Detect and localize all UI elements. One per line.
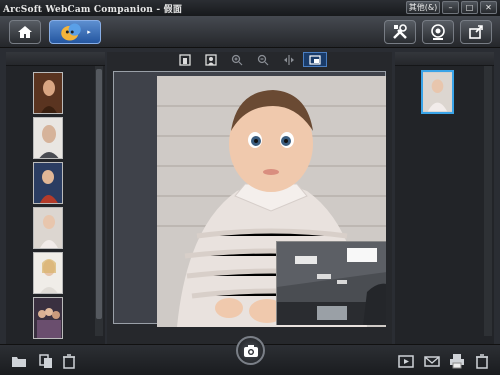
- title-bar: ArcSoft WebCam Companion - 假面 其他(&) – □ …: [0, 0, 500, 16]
- thumbnail-scrollbar[interactable]: [95, 66, 103, 336]
- thumb-baby[interactable]: [33, 207, 63, 249]
- thumb-child-red[interactable]: [33, 162, 63, 204]
- mirror-button[interactable]: [277, 52, 301, 67]
- tools-button[interactable]: [384, 20, 416, 44]
- camera-icon: [243, 344, 258, 357]
- minimize-button[interactable]: –: [442, 1, 459, 14]
- editor-panel: [107, 52, 392, 344]
- zoom-out-button[interactable]: [251, 52, 275, 67]
- window-title: ArcSoft WebCam Companion - 假面: [3, 4, 183, 15]
- copy-icon[interactable]: [38, 353, 54, 369]
- maximize-button[interactable]: □: [461, 1, 478, 14]
- print-icon[interactable]: [449, 353, 465, 369]
- thumb-blonde-woman[interactable]: [33, 252, 63, 294]
- main-toolbar: ▸: [0, 16, 500, 48]
- thumb-man[interactable]: [33, 117, 63, 159]
- mirror-icon: [283, 54, 294, 65]
- scrollbar-thumb[interactable]: [96, 69, 102, 319]
- mask-mode-icon: [61, 23, 82, 41]
- webcam-pip-overlay[interactable]: [276, 241, 386, 325]
- chevron-right-icon: ▸: [87, 28, 91, 36]
- selected-scrollbar[interactable]: [484, 66, 492, 336]
- photo-canvas[interactable]: [113, 71, 386, 327]
- zoom-out-icon: [257, 54, 268, 65]
- home-button[interactable]: [9, 20, 41, 44]
- face-icon: [204, 53, 217, 66]
- tools-icon: [393, 24, 407, 39]
- zoom-in-icon: [231, 54, 242, 65]
- window-controls: 其他(&) – □ ✕: [406, 1, 497, 14]
- photo-toolbar: [107, 52, 392, 68]
- other-menu-button[interactable]: 其他(&): [406, 1, 440, 14]
- frame-button[interactable]: [173, 52, 197, 67]
- webcam-button[interactable]: [422, 20, 454, 44]
- selected-panel-header: [395, 52, 494, 66]
- webcam-icon: [431, 24, 445, 40]
- mask-mode-button[interactable]: ▸: [49, 20, 101, 44]
- folder-icon[interactable]: [11, 353, 27, 369]
- email-icon[interactable]: [424, 353, 440, 369]
- selected-panel: [395, 52, 494, 344]
- thumb-group[interactable]: [33, 297, 63, 339]
- delete-icon[interactable]: [474, 353, 490, 369]
- webcam-feed-image: [277, 242, 386, 325]
- capture-button[interactable]: [236, 336, 265, 365]
- zoom-in-button[interactable]: [225, 52, 249, 67]
- slideshow-icon[interactable]: [398, 353, 414, 369]
- close-button[interactable]: ✕: [480, 1, 497, 14]
- export-icon: [469, 25, 483, 39]
- home-icon: [18, 26, 32, 38]
- face-button[interactable]: [199, 52, 223, 67]
- export-button[interactable]: [460, 20, 492, 44]
- thumb-portrait-woman[interactable]: [33, 72, 63, 114]
- app-window: ArcSoft WebCam Companion - 假面 其他(&) – □ …: [0, 0, 500, 375]
- frame-icon: [178, 53, 191, 66]
- pip-icon: [308, 54, 321, 65]
- trash-icon[interactable]: [61, 353, 77, 369]
- thumbnail-panel-header: [6, 52, 105, 66]
- thumbnail-panel: [6, 52, 105, 344]
- pip-button[interactable]: [302, 52, 327, 67]
- selected-thumb-baby[interactable]: [421, 70, 454, 114]
